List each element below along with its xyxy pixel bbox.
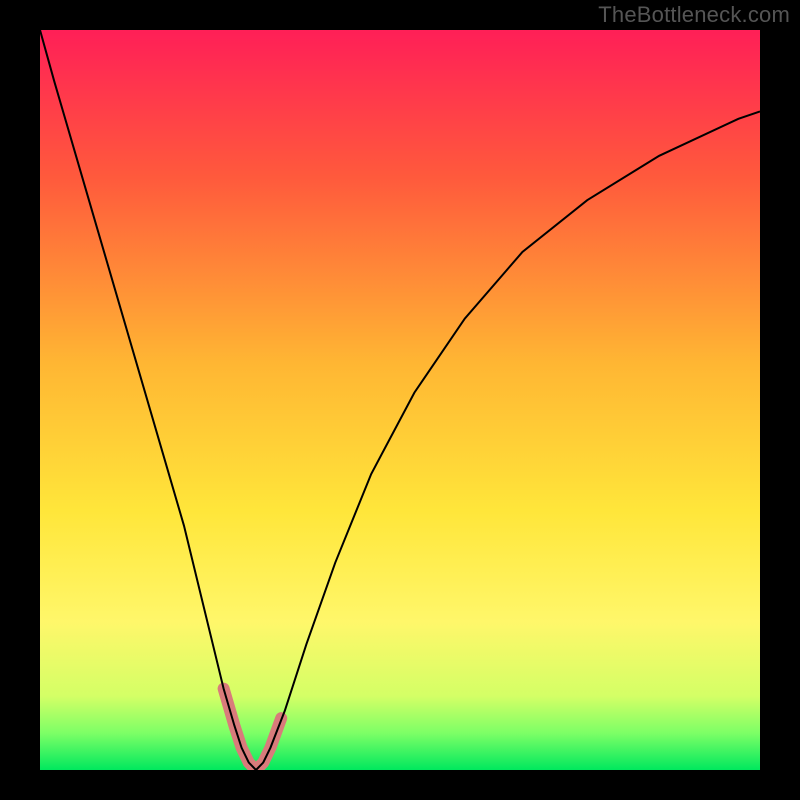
chart-frame: TheBottleneck.com [0, 0, 800, 800]
chart-svg [40, 30, 760, 770]
watermark-text: TheBottleneck.com [598, 2, 790, 28]
plot-area [40, 30, 760, 770]
